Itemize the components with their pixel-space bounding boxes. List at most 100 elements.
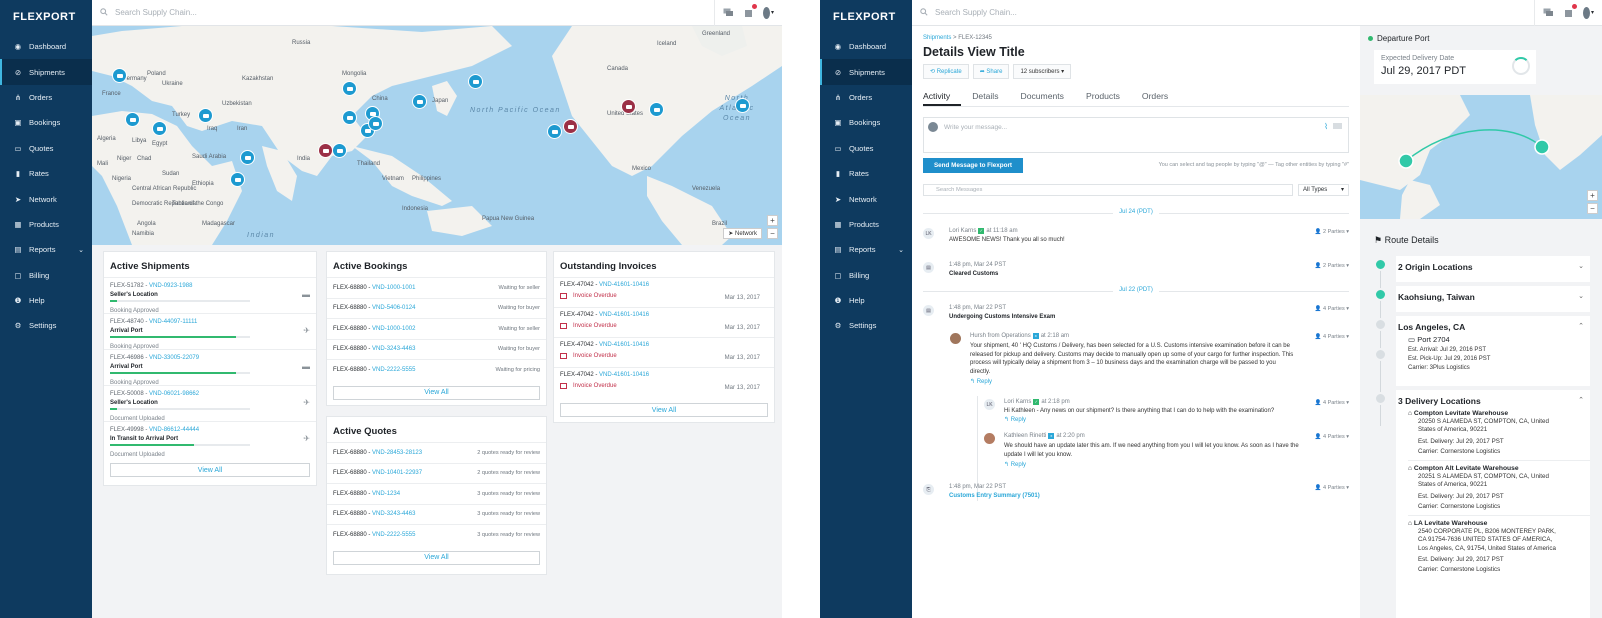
los-angeles-section[interactable]: Los Angeles, CA ⌃ ▭ Port 2704 Est. Arriv… — [1396, 316, 1590, 386]
shipment-pin[interactable] — [230, 172, 245, 187]
sidebar-item-products[interactable]: ▦ Products — [0, 212, 92, 237]
sidebar-item-orders[interactable]: ⋔ Orders — [0, 85, 92, 110]
row-id[interactable]: FLEX-68880 — [333, 532, 367, 538]
sidebar-item-dashboard[interactable]: ◉ Dashboard — [0, 34, 92, 59]
table-row[interactable]: FLEX-68880 - VND-2222-5555 Waiting for pr… — [327, 359, 546, 380]
table-row[interactable]: FLEX-47042 - VND-41601-10416 Invoice Over… — [554, 277, 774, 307]
shipment-pin[interactable] — [468, 74, 483, 89]
kaohsiung-section[interactable]: Kaohsiung, Taiwan ⌄ — [1396, 286, 1590, 312]
network-toggle-button[interactable]: ➤ Network — [723, 228, 762, 239]
sidebar-item-shipments[interactable]: ⊘ Shipments — [0, 59, 92, 85]
delivery-locations-section[interactable]: 3 Delivery Locations ⌃ ⌂ Compton Levitat… — [1396, 390, 1590, 618]
author-name[interactable]: Kathleen Rinetti — [1004, 433, 1046, 439]
table-row[interactable]: FLEX-47042 - VND-41601-10416 Invoice Over… — [554, 307, 774, 337]
table-row[interactable]: FLEX-50008 - VND-06021-98662 Seller's Loc… — [104, 385, 316, 422]
sidebar-item-bookings[interactable]: ▣ Bookings — [0, 110, 92, 135]
vendor-link[interactable]: VND-41601-10416 — [599, 282, 649, 288]
sidebar-item-bookings[interactable]: ▣ Bookings — [820, 110, 912, 135]
sidebar-item-quotes[interactable]: ▭ Quotes — [820, 136, 912, 161]
table-row[interactable]: FLEX-68880 - VND-1000-1002 Waiting for se… — [327, 318, 546, 339]
shipment-pin[interactable] — [332, 143, 347, 158]
vendor-link[interactable]: VND-41601-10416 — [599, 342, 649, 348]
warehouse-pin[interactable] — [563, 119, 578, 134]
subscribers-dropdown[interactable]: 12 subscribers ▾ — [1013, 64, 1072, 79]
sidebar-item-help[interactable]: ❶ Help — [0, 288, 92, 313]
vendor-link[interactable]: VND-28453-28123 — [372, 450, 422, 456]
chevron-down-icon[interactable]: ⌄ — [78, 246, 84, 254]
shipment-pin[interactable] — [368, 116, 383, 131]
row-id[interactable]: FLEX-47042 — [560, 282, 594, 288]
entry-title-link[interactable]: Customs Entry Summary (7501) — [949, 493, 1343, 499]
parties-dropdown[interactable]: 👤 4 Parties ▾ — [1315, 485, 1349, 491]
author-name[interactable]: Lori Karns — [949, 228, 976, 234]
route-map[interactable]: + − — [1360, 95, 1602, 219]
sidebar-item-billing[interactable]: ▢ Billing — [0, 263, 92, 288]
shipment-id[interactable]: FLEX-48740 — [110, 319, 144, 325]
origin-locations-section[interactable]: 2 Origin Locations ⌄ — [1396, 256, 1590, 282]
search-messages-input[interactable]: Search Messages — [923, 184, 1293, 196]
vendor-link[interactable]: VND-41601-10416 — [599, 312, 649, 318]
table-row[interactable]: FLEX-51782 - VND-0923-1988 Seller's Locat… — [104, 277, 316, 314]
warehouse-pin[interactable] — [621, 99, 636, 114]
parties-dropdown[interactable]: 👤 4 Parties ▾ — [1315, 334, 1349, 340]
shipment-pin[interactable] — [342, 110, 357, 125]
shipment-id[interactable]: FLEX-51782 — [110, 283, 144, 289]
vendor-link[interactable]: VND-1234 — [372, 491, 400, 497]
reply-link[interactable]: ↰ Reply — [970, 378, 1295, 385]
vendor-link[interactable]: VND-1000-1002 — [372, 326, 415, 332]
sidebar-item-orders[interactable]: ⋔ Orders — [820, 85, 912, 110]
replicate-button[interactable]: ⟲ Replicate — [923, 64, 969, 79]
vendor-link[interactable]: VND-44097-11111 — [149, 319, 197, 325]
vendor-link[interactable]: VND-5406-0124 — [372, 305, 415, 311]
parties-dropdown[interactable]: 👤 2 Parties ▾ — [1315, 229, 1349, 235]
table-row[interactable]: FLEX-47042 - VND-41601-10416 Invoice Over… — [554, 337, 774, 367]
row-id[interactable]: FLEX-68880 — [333, 470, 367, 476]
row-id[interactable]: FLEX-68880 — [333, 326, 367, 332]
parties-dropdown[interactable]: 👤 4 Parties ▾ — [1315, 434, 1349, 440]
shipment-pin[interactable] — [735, 98, 750, 113]
table-row[interactable]: FLEX-48740 - VND-44097-11111 Arrival Port… — [104, 313, 316, 350]
sidebar-item-billing[interactable]: ▢ Billing — [820, 263, 912, 288]
vendor-link[interactable]: VND-86612-44444 — [149, 427, 199, 433]
table-row[interactable]: FLEX-68880 - VND-5406-0124 Waiting for bu… — [327, 297, 546, 319]
tab-documents[interactable]: Documents — [1021, 84, 1075, 106]
shipment-id[interactable]: FLEX-46986 — [110, 355, 144, 361]
table-row[interactable]: FLEX-49998 - VND-86612-44444 In Transit t… — [104, 421, 316, 458]
tab-details[interactable]: Details — [972, 84, 1009, 106]
shipment-pin[interactable] — [198, 108, 213, 123]
vendor-link[interactable]: VND-06021-98662 — [149, 391, 199, 397]
vendor-link[interactable]: VND-41601-10416 — [599, 372, 649, 378]
bookings-view-all-button[interactable]: View All — [333, 385, 540, 400]
sidebar-item-reports[interactable]: ▤ Reports ⌄ — [820, 237, 912, 262]
row-id[interactable]: FLEX-68880 — [333, 367, 367, 373]
table-row[interactable]: FLEX-68880 - VND-3243-4463 3 quotes ready… — [327, 503, 546, 525]
warehouse-pin[interactable] — [318, 143, 333, 158]
row-id[interactable]: FLEX-68880 — [333, 346, 367, 352]
shipment-pin[interactable] — [240, 150, 255, 165]
row-id[interactable]: FLEX-68880 — [333, 511, 367, 517]
shipment-pin[interactable] — [342, 81, 357, 96]
vendor-link[interactable]: VND-3243-4463 — [372, 346, 415, 352]
attach-icon[interactable]: ⌇ — [1324, 122, 1328, 131]
invoices-view-all-button[interactable]: View All — [560, 403, 768, 417]
table-row[interactable]: FLEX-68880 - VND-2222-5555 3 quotes ready… — [327, 524, 546, 545]
sidebar-item-settings[interactable]: ⚙ Settings — [820, 313, 912, 338]
table-row[interactable]: FLEX-68880 - VND-3243-4463 Waiting for bu… — [327, 338, 546, 360]
sidebar-item-dashboard[interactable]: ◉ Dashboard — [820, 34, 912, 59]
flexport-logo[interactable]: FLEXPORT — [0, 0, 92, 34]
notifications-icon[interactable] — [743, 4, 757, 18]
chevron-down-icon[interactable]: ⌄ — [898, 246, 904, 254]
messages-icon[interactable] — [723, 7, 734, 18]
quotes-view-all-button[interactable]: View All — [333, 550, 540, 565]
table-row[interactable]: FLEX-68880 - VND-10401-22937 2 quotes rea… — [327, 462, 546, 484]
search-input[interactable]: Search Supply Chain... — [912, 7, 1534, 18]
message-composer[interactable]: Write your message... ⌇ — [923, 117, 1349, 153]
row-id[interactable]: FLEX-47042 — [560, 372, 594, 378]
search-input[interactable]: Search Supply Chain... — [92, 7, 714, 18]
emoji-icon[interactable] — [1333, 123, 1342, 129]
reply-link[interactable]: ↰ Reply — [1004, 416, 1314, 423]
vendor-link[interactable]: VND-10401-22937 — [372, 470, 422, 476]
zoom-out-button[interactable]: − — [1587, 203, 1598, 214]
shipment-pin[interactable] — [125, 112, 140, 127]
sidebar-item-shipments[interactable]: ⊘ Shipments — [820, 59, 912, 85]
